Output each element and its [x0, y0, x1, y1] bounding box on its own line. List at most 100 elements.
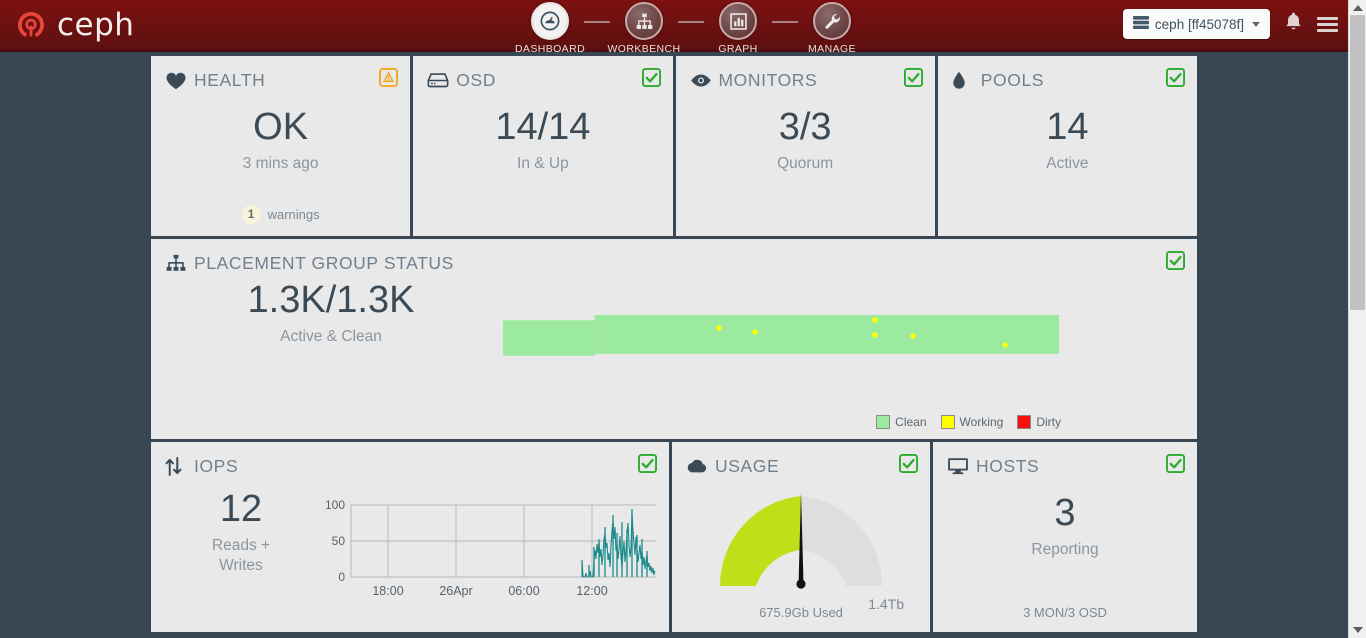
card-header: HOSTS	[947, 454, 1183, 478]
pg-summary: 1.3K/1.3K Active & Clean	[151, 281, 511, 346]
osd-subtitle: In & Up	[517, 155, 569, 172]
health-warnings[interactable]: 1 warnings	[151, 205, 410, 224]
summary-cards-row: HEALTH OK 3 mins ago 1 warnings OSD 14/1…	[151, 56, 1197, 236]
top-navigation-bar: ceph DASHBOARD WORKBENCH GRAPH MANAGE ce…	[0, 0, 1348, 55]
nav-label-manage: MANAGE	[808, 43, 856, 55]
updown-arrows-icon	[165, 456, 187, 476]
legend-label-clean: Clean	[895, 415, 927, 429]
card-header: MONITORS	[690, 68, 921, 92]
cloud-icon	[686, 458, 708, 474]
ytick-50: 50	[332, 534, 346, 548]
hamburger-icon[interactable]	[1317, 16, 1338, 32]
card-title-pools: POOLS	[980, 69, 1045, 90]
card-title-hosts: HOSTS	[976, 455, 1040, 476]
legend-item-working: Working	[940, 415, 1004, 429]
check-icon	[1166, 251, 1185, 270]
hdd-icon	[427, 72, 449, 88]
check-icon	[638, 454, 657, 473]
page-scrollbar[interactable]	[1348, 0, 1366, 638]
nav-item-workbench[interactable]: WORKBENCH	[607, 2, 681, 55]
card-header: IOPS	[165, 454, 655, 478]
ytick-100: 100	[325, 498, 345, 512]
card-header: OSD	[427, 68, 658, 92]
check-icon	[1166, 454, 1185, 473]
card-title-monitors: MONITORS	[718, 69, 818, 90]
card-monitors[interactable]: MONITORS 3/3 Quorum	[675, 56, 935, 236]
gauge-icon	[531, 2, 569, 40]
nav-item-manage[interactable]: MANAGE	[798, 2, 866, 55]
card-health[interactable]: HEALTH OK 3 mins ago 1 warnings	[151, 56, 411, 236]
check-icon	[903, 68, 923, 87]
hosts-subtitle: Reporting	[1031, 541, 1099, 558]
topbar-right-controls: ceph [ff45078f]	[1122, 9, 1338, 39]
sitemap-icon	[165, 254, 187, 272]
usage-used-label: 675.9Gb Used	[759, 605, 843, 620]
card-header: POOLS	[952, 68, 1183, 92]
monitors-subtitle: Quorum	[777, 155, 834, 172]
hosts-value: 3	[1054, 492, 1076, 534]
check-icon	[1166, 68, 1185, 87]
xtick-26apr: 26Apr	[439, 584, 472, 598]
pg-working-markers	[716, 317, 1008, 348]
usage-gauge: 1.4Tb	[672, 478, 930, 612]
iops-chart: 100 50 0 18:00 26Apr 06:00 12:00	[301, 487, 661, 607]
nav-label-dashboard: DASHBOARD	[514, 43, 586, 55]
ceph-dashboard-page: ceph DASHBOARD WORKBENCH GRAPH MANAGE ce…	[0, 0, 1366, 638]
pg-legend: Clean Working Dirty	[876, 415, 1061, 429]
xtick-1200: 12:00	[576, 584, 607, 598]
card-title-health: HEALTH	[194, 69, 266, 90]
dashboard-content: HEALTH OK 3 mins ago 1 warnings OSD 14/1…	[151, 56, 1197, 632]
health-subtitle: 3 mins ago	[242, 155, 319, 172]
scroll-up-icon[interactable]	[1349, 0, 1366, 16]
ceph-logo-icon	[14, 8, 48, 42]
card-usage[interactable]: USAGE 1.4Tb 675.9Gb Used	[672, 442, 930, 632]
pools-value: 14	[1046, 106, 1089, 148]
droplet-icon	[952, 71, 974, 90]
legend-item-clean: Clean	[876, 415, 927, 429]
card-osd[interactable]: OSD 14/14 In & Up	[413, 56, 673, 236]
legend-label-working: Working	[959, 415, 1004, 429]
status-badge: 1	[241, 205, 261, 224]
pg-status-row: PLACEMENT GROUP STATUS 1.3K/1.3K Active …	[151, 239, 1197, 439]
chevron-down-icon	[1252, 21, 1260, 27]
hosts-footnote: 3 MON/3 OSD	[1023, 605, 1107, 620]
warnings-label: warnings	[267, 207, 320, 222]
pg-value: 1.3K/1.3K	[247, 279, 415, 321]
nav-connector	[678, 21, 704, 23]
nav-label-graph: GRAPH	[718, 43, 758, 55]
scrollbar-thumb[interactable]	[1350, 15, 1365, 310]
bell-icon[interactable]	[1284, 11, 1303, 37]
card-placement-group-status[interactable]: PLACEMENT GROUP STATUS 1.3K/1.3K Active …	[151, 239, 1197, 439]
nav-item-graph[interactable]: GRAPH	[704, 2, 772, 55]
usage-gauge-svg	[719, 492, 883, 589]
heart-icon	[165, 71, 187, 90]
scroll-down-icon[interactable]	[1349, 622, 1366, 638]
health-value: OK	[253, 106, 309, 148]
legend-item-dirty: Dirty	[1017, 415, 1061, 429]
check-icon	[899, 454, 918, 473]
bar-chart-icon	[719, 2, 757, 40]
card-iops[interactable]: IOPS 12 Reads + Writes 100 50 0 18:00 26…	[151, 442, 669, 632]
monitor-icon	[947, 457, 969, 475]
check-icon	[641, 68, 661, 87]
legend-label-dirty: Dirty	[1036, 415, 1061, 429]
osd-value: 14/14	[495, 106, 591, 148]
nav-connector	[772, 21, 798, 23]
cluster-name-label: ceph [ff45078f]	[1154, 16, 1244, 32]
card-header: USAGE	[686, 454, 916, 478]
card-header: HEALTH	[165, 68, 396, 92]
nav-label-workbench: WORKBENCH	[607, 43, 681, 55]
brand-name: ceph	[57, 7, 135, 43]
card-title-pg-status: PLACEMENT GROUP STATUS	[194, 252, 454, 273]
brand[interactable]: ceph	[14, 7, 134, 43]
pg-status-chart	[503, 253, 1061, 403]
card-title-osd: OSD	[456, 69, 496, 90]
cluster-selector[interactable]: ceph [ff45078f]	[1122, 9, 1270, 39]
xtick-1800: 18:00	[372, 584, 403, 598]
sitemap-icon	[625, 2, 663, 40]
iops-timeseries-svg: 100 50 0 18:00 26Apr 06:00 12:00	[325, 498, 656, 598]
card-pools[interactable]: POOLS 14 Active	[937, 56, 1197, 236]
card-hosts[interactable]: HOSTS 3 Reporting 3 MON/3 OSD	[933, 442, 1197, 632]
nav-item-dashboard[interactable]: DASHBOARD	[514, 2, 586, 55]
card-title-usage: USAGE	[715, 455, 780, 476]
